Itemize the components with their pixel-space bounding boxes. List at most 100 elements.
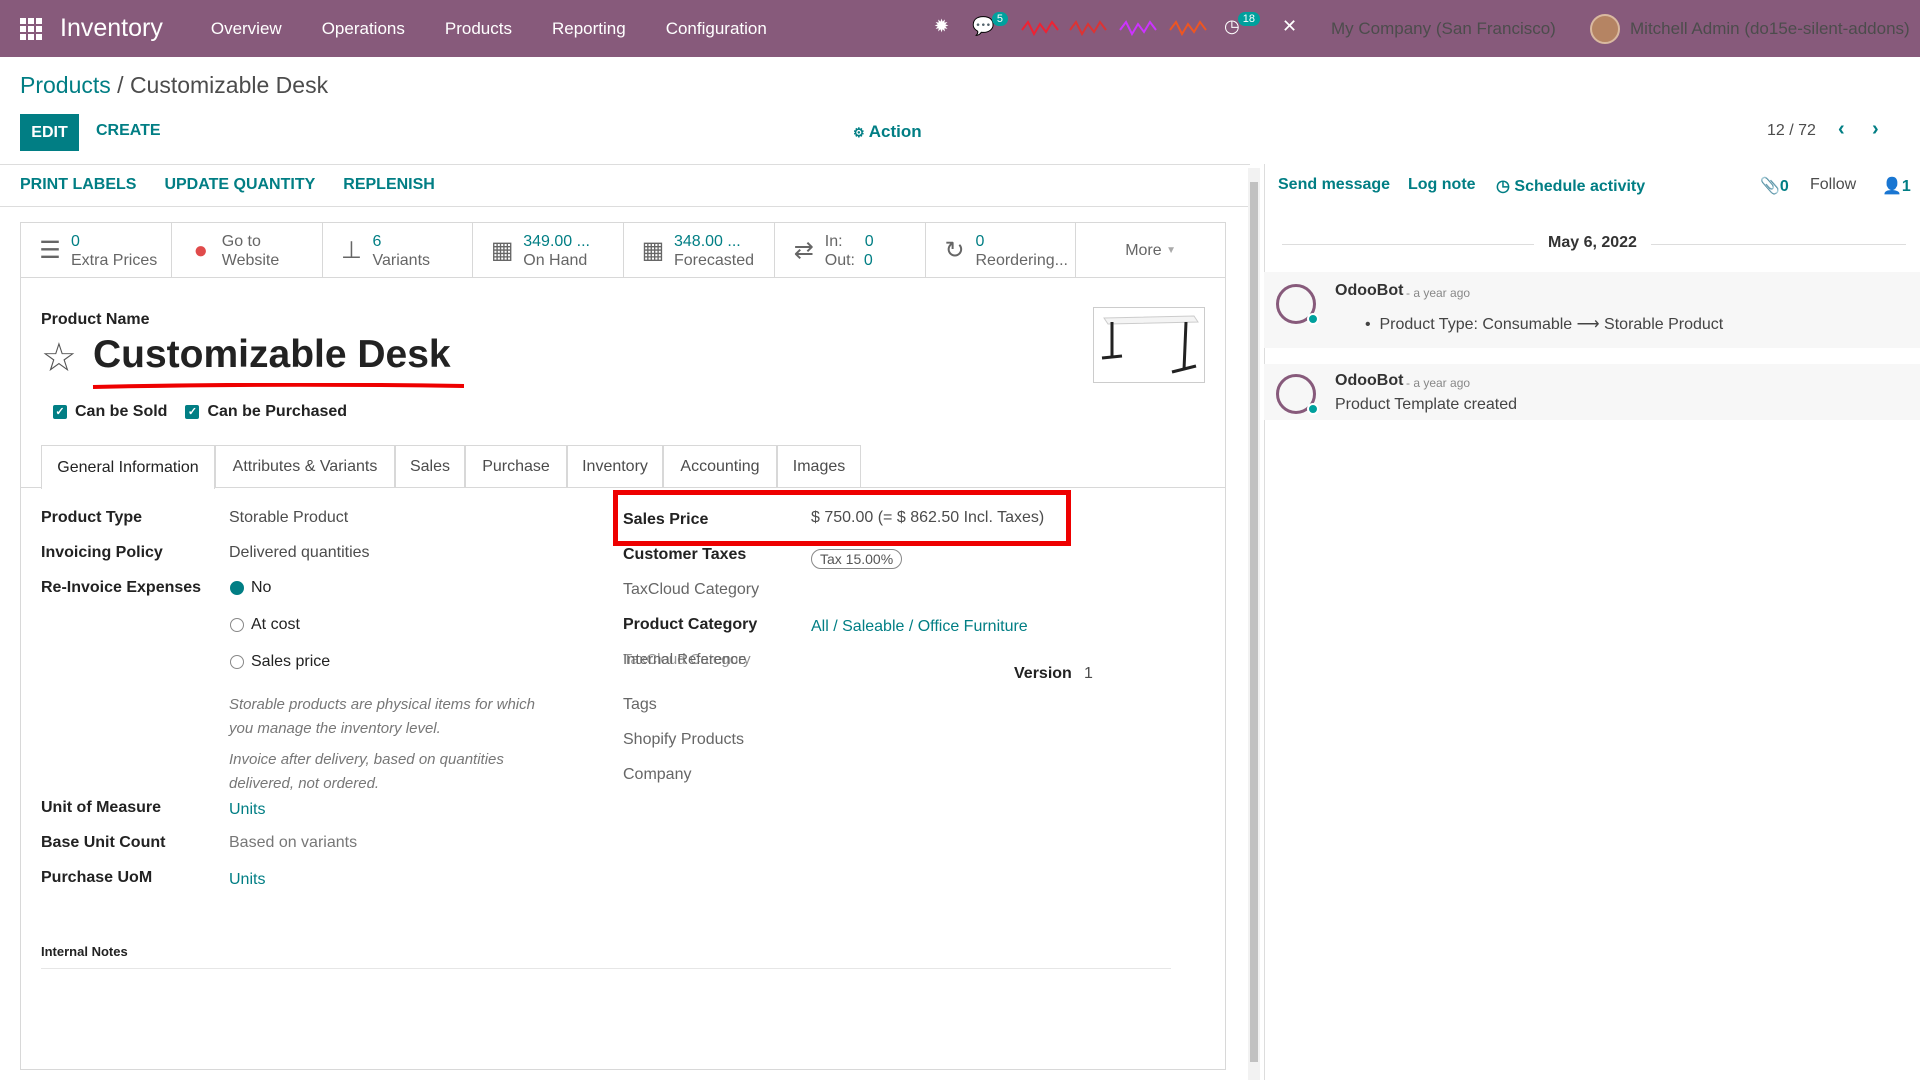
edit-button[interactable]: EDIT <box>20 114 79 151</box>
odoobot-avatar[interactable] <box>1276 374 1319 415</box>
followers-button[interactable]: 👤1 <box>1882 176 1911 196</box>
breadcrumb-products[interactable]: Products <box>20 72 111 98</box>
menu-operations[interactable]: Operations <box>302 19 425 39</box>
product-image[interactable] <box>1093 307 1205 383</box>
product-name-field[interactable]: Customizable Desk <box>93 333 451 377</box>
invoicing-policy-label: Invoicing Policy <box>41 544 163 561</box>
tax-badge[interactable]: Tax 15.00% <box>811 549 903 569</box>
tools-icon[interactable]: ✕ <box>1282 16 1306 40</box>
extra-prices-button[interactable]: ☰ 0 Extra Prices <box>21 223 172 278</box>
internal-notes-field[interactable] <box>41 968 1171 969</box>
menu-configuration[interactable]: Configuration <box>646 19 787 39</box>
voip-wave-icon[interactable] <box>1020 16 1060 40</box>
sitemap-icon: ⊥ <box>341 237 362 264</box>
odoobot-avatar[interactable] <box>1276 284 1319 325</box>
smart-value: 6 <box>372 232 382 250</box>
reinvoice-at-cost-radio[interactable] <box>230 618 244 632</box>
user-menu[interactable]: Mitchell Admin (do15e-silent-addons) <box>1630 19 1910 39</box>
hint-line: Invoice after delivery, based on quantit… <box>229 751 504 768</box>
tab-inventory[interactable]: Inventory <box>567 445 663 488</box>
action-menu[interactable]: ⚙ Action <box>853 122 922 142</box>
base-unit-field[interactable]: Based on variants <box>229 834 357 852</box>
apps-menu-icon[interactable] <box>20 17 42 40</box>
tab-attributes-variants[interactable]: Attributes & Variants <box>215 445 395 488</box>
divider <box>0 206 1248 207</box>
scrollbar-thumb[interactable] <box>1250 182 1258 1062</box>
smart-label: Website <box>221 251 280 269</box>
smart-buttons: ☰ 0 Extra Prices ● Go to Website ⊥ 6 Variants … <box>21 223 1225 278</box>
chevron-right-icon[interactable]: › <box>1872 118 1879 141</box>
message-time: - a year ago <box>1406 376 1471 390</box>
smart-value: 348.00 ... <box>674 232 741 250</box>
clock-icon: ◷ <box>1496 178 1510 195</box>
uom-label: Unit of Measure <box>41 799 162 816</box>
version-field[interactable]: 1 <box>1084 665 1093 683</box>
avatar[interactable] <box>1590 14 1620 44</box>
message-time: - a year ago <box>1406 286 1471 300</box>
schedule-activity-button[interactable]: ◷ Schedule activity <box>1496 176 1645 196</box>
reordering-button[interactable]: ↻ 0 Reordering... <box>926 223 1077 278</box>
messages-icon[interactable]: 💬 5 <box>972 12 1008 40</box>
chevron-left-icon[interactable]: ‹ <box>1838 118 1845 141</box>
shopify-products-label: Shopify Products <box>623 731 744 748</box>
app-name[interactable]: Inventory <box>60 14 163 43</box>
can-be-sold-checkbox[interactable]: ✓ <box>53 405 67 419</box>
reinvoice-sales-price-radio[interactable] <box>230 655 244 669</box>
uom-field[interactable]: Units <box>229 801 265 819</box>
log-note-button[interactable]: Log note <box>1408 176 1476 194</box>
pager-value[interactable]: 12 / 72 <box>1767 122 1816 140</box>
on-hand-button[interactable]: ▦ 349.00 ... On Hand <box>473 223 624 278</box>
smart-value: 349.00 ... <box>523 232 590 250</box>
company-label: Company <box>623 766 692 783</box>
star-icon[interactable]: ☆ <box>41 335 77 381</box>
create-button[interactable]: CREATE <box>96 122 161 140</box>
voip-wave-icon[interactable] <box>1118 16 1158 40</box>
tab-images[interactable]: Images <box>777 445 861 488</box>
go-to-website-button[interactable]: ● Go to Website <box>172 223 323 278</box>
send-message-button[interactable]: Send message <box>1278 176 1390 194</box>
out-value: 0 <box>863 251 873 269</box>
form-scrollbar[interactable] <box>1248 168 1260 1080</box>
activity-clock-icon[interactable]: ◷ 18 <box>1224 12 1260 40</box>
menu-products[interactable]: Products <box>425 19 532 39</box>
date-label: May 6, 2022 <box>1534 234 1651 252</box>
more-button[interactable]: More ▼ <box>1076 223 1225 278</box>
caret-down-icon: ▼ <box>1166 245 1177 256</box>
debug-bug-icon[interactable]: ✹ <box>934 16 958 40</box>
tab-sales[interactable]: Sales <box>395 445 465 488</box>
attachments-button[interactable]: 📎0 <box>1760 176 1789 196</box>
tab-purchase[interactable]: Purchase <box>465 445 567 488</box>
invoicing-policy-field[interactable]: Delivered quantities <box>229 544 370 562</box>
annotation-underline <box>92 383 465 389</box>
tab-general-information[interactable]: General Information <box>41 445 215 489</box>
reinvoice-at-cost-label: At cost <box>251 616 300 633</box>
purchase-uom-field[interactable]: Units <box>229 871 265 889</box>
product-type-field[interactable]: Storable Product <box>229 509 348 527</box>
menu-reporting[interactable]: Reporting <box>532 19 646 39</box>
menu-overview[interactable]: Overview <box>191 19 302 39</box>
voip-wave-icon[interactable] <box>1168 16 1208 40</box>
message-author[interactable]: OdooBot <box>1335 372 1403 390</box>
tab-accounting[interactable]: Accounting <box>663 445 777 488</box>
can-be-purchased-checkbox[interactable]: ✓ <box>185 405 200 419</box>
replenish-button[interactable]: REPLENISH <box>343 176 435 194</box>
status-bar: PRINT LABELS UPDATE QUANTITY REPLENISH <box>20 164 463 206</box>
reinvoice-no-radio[interactable] <box>230 581 244 595</box>
purchase-uom-label: Purchase UoM <box>41 869 153 886</box>
smart-label: Extra Prices <box>71 251 158 269</box>
forecasted-button[interactable]: ▦ 348.00 ... Forecasted <box>624 223 775 278</box>
product-category-field[interactable]: All / Saleable / Office Furniture <box>811 618 1028 636</box>
notebook-tabs: General Information Attributes & Variant… <box>21 445 1225 489</box>
voip-wave-icon[interactable] <box>1068 16 1108 40</box>
taxcloud-category-label: TaxCloud Category <box>623 581 760 598</box>
message-author[interactable]: OdooBot <box>1335 282 1403 300</box>
update-quantity-button[interactable]: UPDATE QUANTITY <box>164 176 315 194</box>
smart-label: Forecasted <box>674 251 755 269</box>
print-labels-button[interactable]: PRINT LABELS <box>20 176 136 194</box>
variants-button[interactable]: ⊥ 6 Variants <box>323 223 474 278</box>
in-out-button[interactable]: ⇄ In: 0 Out: 0 <box>775 223 926 278</box>
follow-button[interactable]: Follow <box>1810 176 1856 194</box>
cubes-icon: ▦ <box>641 237 665 264</box>
company-switcher[interactable]: My Company (San Francisco) <box>1331 19 1556 39</box>
invoicing-hint: Invoice after delivery, based on quantit… <box>229 748 504 796</box>
